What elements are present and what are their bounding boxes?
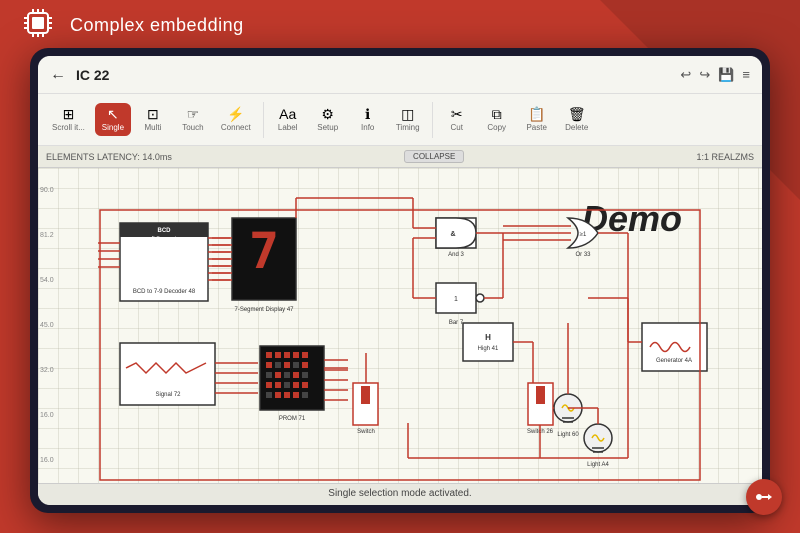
toolbar-divider-2: [432, 102, 433, 138]
and3-component[interactable]: & And 3: [296, 198, 503, 258]
prom-component[interactable]: PROM 71: [260, 346, 348, 422]
svg-text:Light 60: Light 60: [557, 432, 579, 438]
status-message: Single selection mode activated.: [328, 488, 471, 499]
switch26-component[interactable]: Switch 26: [527, 383, 554, 458]
redo-button[interactable]: ↪: [699, 67, 710, 83]
tool-touch-label: Touch: [182, 123, 203, 132]
tablet-frame: ← IC 22 ↩ ↪ 💾 ≡ ⊞ Scroll it... ↖ Single …: [30, 48, 770, 513]
tool-setup-label: Setup: [317, 123, 338, 132]
signal-component[interactable]: Signal 72: [120, 343, 258, 405]
tool-paste[interactable]: 📋 Paste: [519, 103, 555, 136]
svg-text:Generator 4A: Generator 4A: [656, 358, 692, 364]
save-button[interactable]: 💾: [718, 67, 734, 83]
tool-single-label: Single: [102, 123, 124, 132]
tool-cut[interactable]: ✂ Cut: [439, 103, 475, 136]
switch-left-component[interactable]: Switch: [324, 353, 378, 435]
scroll-icon: ⊞: [63, 107, 75, 121]
collapse-button[interactable]: COLLAPSE: [404, 150, 464, 163]
svg-text:BCD: BCD: [158, 228, 172, 234]
copy-icon: ⧉: [492, 107, 502, 121]
bcd-component[interactable]: BCD F-Segment Demo BCD to 7: [98, 223, 230, 301]
svg-text:1: 1: [454, 296, 458, 303]
tool-delete-label: Delete: [565, 123, 588, 132]
svg-text:&: &: [450, 231, 455, 238]
tool-scroll[interactable]: ⊞ Scroll it...: [46, 103, 91, 136]
tool-copy-label: Copy: [487, 123, 506, 132]
svg-text:7-Segment Display 47: 7-Segment Display 47: [234, 307, 294, 313]
light60-component[interactable]: Light 60: [553, 323, 582, 438]
app-icon: [20, 5, 56, 46]
svg-text:Switch: Switch: [357, 429, 375, 435]
app-title: Complex embedding: [70, 15, 244, 36]
connect-icon: ⚡: [227, 107, 244, 121]
high41-component[interactable]: H High 41: [463, 323, 533, 383]
tool-scroll-label: Scroll it...: [52, 123, 85, 132]
tool-timing[interactable]: ◫ Timing: [390, 103, 426, 136]
circuit-diagram: BCD F-Segment Demo BCD to 7: [38, 168, 762, 483]
tool-connect[interactable]: ⚡ Connect: [215, 103, 257, 136]
svg-text:PROM 71: PROM 71: [279, 416, 306, 422]
tool-timing-label: Timing: [396, 123, 420, 132]
app-header: Complex embedding: [0, 0, 800, 50]
tool-paste-label: Paste: [526, 123, 546, 132]
label-icon: Aa: [279, 107, 296, 121]
toolbar-divider-1: [263, 102, 264, 138]
svg-text:F-Segment: F-Segment: [152, 236, 177, 242]
tool-delete[interactable]: 🗑 Delete: [559, 103, 595, 136]
zoom-label: 1:1 REALZMS: [696, 152, 754, 162]
gen4a-component[interactable]: Generator 4A: [588, 298, 707, 371]
tool-single[interactable]: ↖ Single: [95, 103, 131, 136]
connect-fab-icon: [755, 488, 773, 506]
latency-label: ELEMENTS LATENCY: 14.0ms: [46, 152, 172, 162]
tool-multi-label: Multi: [144, 123, 161, 132]
tool-copy[interactable]: ⧉ Copy: [479, 103, 515, 136]
tool-touch[interactable]: ☞ Touch: [175, 103, 211, 136]
svg-text:Light A4: Light A4: [587, 462, 609, 468]
toolbar: ⊞ Scroll it... ↖ Single ⊡ Multi ☞ Touch …: [38, 94, 762, 146]
menu-button[interactable]: ≡: [742, 67, 750, 82]
svg-text:BCD to 7-9 Decoder 48: BCD to 7-9 Decoder 48: [133, 289, 196, 295]
seven-seg-component[interactable]: 7 7-Segment Display 47: [212, 218, 296, 313]
single-icon: ↖: [107, 107, 119, 121]
back-button[interactable]: ←: [50, 66, 66, 84]
nav-actions: ↩ ↪ 💾 ≡: [680, 67, 750, 83]
tablet-screen: ← IC 22 ↩ ↪ 💾 ≡ ⊞ Scroll it... ↖ Single …: [38, 56, 762, 505]
svg-text:7: 7: [249, 222, 279, 280]
svg-text:H: H: [485, 333, 491, 342]
cut-icon: ✂: [451, 107, 463, 121]
tool-label[interactable]: Aa Label: [270, 103, 306, 136]
svg-text:High 41: High 41: [478, 346, 499, 352]
or33-component[interactable]: ≥1 Or 33: [408, 218, 628, 458]
tool-cut-label: Cut: [450, 123, 462, 132]
sub-toolbar: ELEMENTS LATENCY: 14.0ms COLLAPSE 1:1 RE…: [38, 146, 762, 168]
tool-info[interactable]: ℹ Info: [350, 103, 386, 136]
touch-icon: ☞: [187, 107, 200, 121]
delete-icon: 🗑: [568, 107, 586, 121]
page-title: IC 22: [76, 67, 670, 83]
svg-text:And 3: And 3: [448, 252, 464, 258]
paste-icon: 📋: [528, 107, 545, 121]
tool-connect-label: Connect: [221, 123, 251, 132]
tool-multi[interactable]: ⊡ Multi: [135, 103, 171, 136]
tool-info-label: Info: [361, 123, 374, 132]
info-icon: ℹ: [365, 107, 370, 121]
multi-icon: ⊡: [147, 107, 159, 121]
svg-text:Bar 7: Bar 7: [449, 320, 464, 326]
fab-connect-button[interactable]: [746, 479, 782, 515]
nav-bar: ← IC 22 ↩ ↪ 💾 ≡: [38, 56, 762, 94]
status-bar: Single selection mode activated.: [38, 483, 762, 505]
tool-setup[interactable]: ⚙ Setup: [310, 103, 346, 136]
svg-text:≥1: ≥1: [580, 232, 587, 238]
svg-text:Or 33: Or 33: [575, 252, 591, 258]
timing-icon: ◫: [401, 107, 414, 121]
svg-text:Demo: Demo: [157, 244, 171, 250]
svg-text:Signal 72: Signal 72: [155, 392, 181, 398]
canvas-area[interactable]: 90.0 81.2 54.0 45.0 32.0 16.0 16.0 Demo …: [38, 168, 762, 483]
tool-label-label: Label: [278, 123, 298, 132]
setup-icon: ⚙: [321, 107, 334, 121]
undo-button[interactable]: ↩: [680, 67, 691, 83]
